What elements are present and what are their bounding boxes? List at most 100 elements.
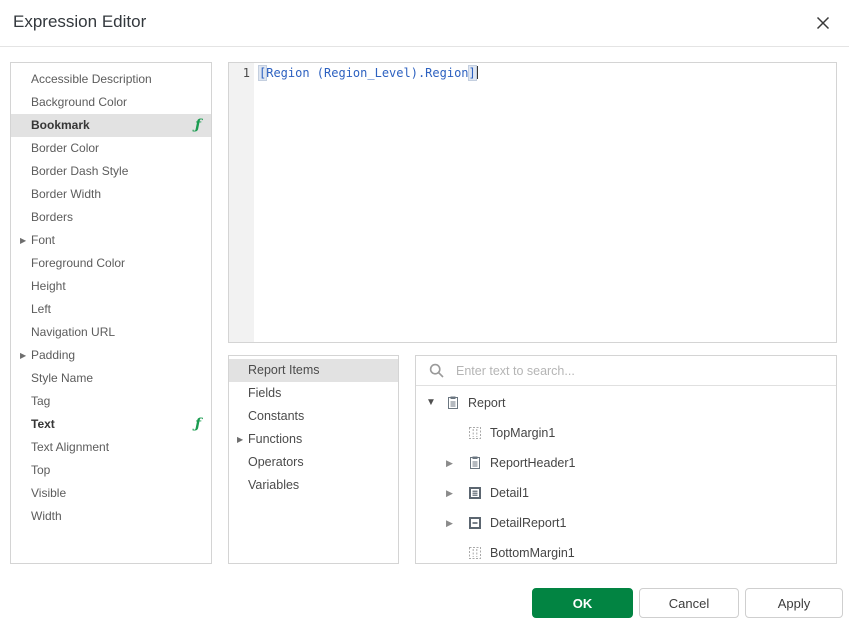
tree-item-report[interactable]: ▼ Report	[416, 388, 836, 418]
property-label: Borders	[31, 210, 73, 224]
category-report-items[interactable]: Report Items	[229, 359, 398, 382]
property-label: Top	[31, 463, 50, 477]
ok-button[interactable]: OK	[532, 588, 633, 618]
cancel-button[interactable]: Cancel	[639, 588, 739, 618]
property-label: Padding	[31, 348, 75, 362]
property-label: Accessible Description	[31, 72, 152, 86]
property-item-font[interactable]: ▶ Font	[11, 229, 211, 252]
property-label: Width	[31, 509, 62, 523]
category-variables[interactable]: Variables	[229, 474, 398, 497]
property-item-bookmark[interactable]: Bookmarkƒ	[11, 114, 211, 137]
editor-gutter: 1	[229, 63, 254, 342]
expand-arrow-icon[interactable]: ▶	[446, 448, 453, 478]
report-items-panel: ▼ Report TopMargin1 ▶	[415, 355, 837, 564]
collapse-arrow-icon[interactable]: ▼	[426, 388, 436, 418]
property-label: Style Name	[31, 371, 93, 385]
category-label: Constants	[248, 409, 304, 423]
dialog-header: Expression Editor	[0, 0, 849, 47]
margin-band-icon	[468, 426, 482, 440]
expand-arrow-icon[interactable]: ▶	[446, 478, 453, 508]
property-item-text-alignment[interactable]: Text Alignment	[11, 436, 211, 459]
tree-item-label: Detail1	[490, 478, 529, 508]
properties-panel: Accessible Description Background Color …	[10, 62, 212, 564]
dialog-title: Expression Editor	[13, 12, 146, 32]
apply-button[interactable]: Apply	[745, 588, 843, 618]
property-item-height[interactable]: Height	[11, 275, 211, 298]
detail-report-band-icon	[468, 516, 482, 530]
property-label: Text	[31, 417, 55, 431]
property-item-visible[interactable]: Visible	[11, 482, 211, 505]
expand-arrow-icon[interactable]: ▶	[20, 229, 26, 252]
category-label: Variables	[248, 478, 299, 492]
text-caret	[477, 66, 478, 79]
tree-item-label: DetailReport1	[490, 508, 566, 538]
property-label: Text Alignment	[31, 440, 109, 454]
margin-band-icon	[468, 546, 482, 560]
tree-item-label: Report	[468, 388, 506, 418]
property-label: Tag	[31, 394, 50, 408]
close-button[interactable]	[811, 11, 835, 35]
property-item-navigation-url[interactable]: Navigation URL	[11, 321, 211, 344]
report-tree: ▼ Report TopMargin1 ▶	[416, 386, 836, 568]
tree-item-detailreport1[interactable]: ▶ DetailReport1	[416, 508, 836, 538]
property-label: Border Width	[31, 187, 101, 201]
property-label: Border Color	[31, 141, 99, 155]
property-item-accessible-description[interactable]: Accessible Description	[11, 68, 211, 91]
property-item-width[interactable]: Width	[11, 505, 211, 528]
code-text: Region (Region_Level).Region	[266, 66, 468, 80]
category-constants[interactable]: Constants	[229, 405, 398, 428]
expression-fx-icon: ƒ	[195, 413, 201, 436]
report-band-icon	[446, 396, 460, 410]
category-functions[interactable]: ▶ Functions	[229, 428, 398, 451]
category-operators[interactable]: Operators	[229, 451, 398, 474]
property-label: Background Color	[31, 95, 127, 109]
property-item-borders[interactable]: Borders	[11, 206, 211, 229]
property-label: Border Dash Style	[31, 164, 128, 178]
search-icon	[429, 363, 445, 379]
expand-arrow-icon[interactable]: ▶	[446, 508, 453, 538]
property-label: Left	[31, 302, 51, 316]
code-area[interactable]: [Region (Region_Level).Region]	[254, 63, 836, 342]
property-item-foreground-color[interactable]: Foreground Color	[11, 252, 211, 275]
category-fields[interactable]: Fields	[229, 382, 398, 405]
tree-item-label: TopMargin1	[490, 418, 555, 448]
property-label: Height	[31, 279, 66, 293]
close-icon	[815, 15, 831, 31]
search-bar	[416, 356, 836, 386]
property-item-border-color[interactable]: Border Color	[11, 137, 211, 160]
property-item-style-name[interactable]: Style Name	[11, 367, 211, 390]
property-item-top[interactable]: Top	[11, 459, 211, 482]
property-item-border-dash-style[interactable]: Border Dash Style	[11, 160, 211, 183]
property-label: Font	[31, 233, 55, 247]
report-band-icon	[468, 456, 482, 470]
property-label: Navigation URL	[31, 325, 115, 339]
categories-panel: Report Items Fields Constants ▶ Functions…	[228, 355, 399, 564]
category-label: Fields	[248, 386, 281, 400]
category-label: Report Items	[248, 363, 320, 377]
property-item-background-color[interactable]: Background Color	[11, 91, 211, 114]
tree-item-bottommargin1[interactable]: BottomMargin1	[416, 538, 836, 568]
expand-arrow-icon[interactable]: ▶	[237, 428, 243, 451]
tree-item-topmargin1[interactable]: TopMargin1	[416, 418, 836, 448]
property-item-border-width[interactable]: Border Width	[11, 183, 211, 206]
tree-item-label: ReportHeader1	[490, 448, 575, 478]
property-item-padding[interactable]: ▶ Padding	[11, 344, 211, 367]
property-item-text[interactable]: Text ƒ	[11, 413, 211, 436]
tree-item-reportheader1[interactable]: ▶ ReportHeader1	[416, 448, 836, 478]
line-number: 1	[243, 66, 250, 80]
tree-item-detail1[interactable]: ▶ Detail1	[416, 478, 836, 508]
detail-band-icon	[468, 486, 482, 500]
category-label: Operators	[248, 455, 304, 469]
property-label: Bookmark	[31, 118, 90, 132]
expression-code-editor[interactable]: 1 [Region (Region_Level).Region]	[228, 62, 837, 343]
property-label: Foreground Color	[31, 256, 125, 270]
expand-arrow-icon[interactable]: ▶	[20, 344, 26, 367]
category-label: Functions	[248, 432, 302, 446]
search-input[interactable]	[456, 356, 832, 385]
expression-editor-dialog: Expression Editor Accessible Description…	[0, 0, 849, 632]
property-item-tag[interactable]: Tag	[11, 390, 211, 413]
property-item-left[interactable]: Left	[11, 298, 211, 321]
tree-item-label: BottomMargin1	[490, 538, 575, 568]
property-label: Visible	[31, 486, 66, 500]
bracket-close: ]	[469, 66, 476, 80]
